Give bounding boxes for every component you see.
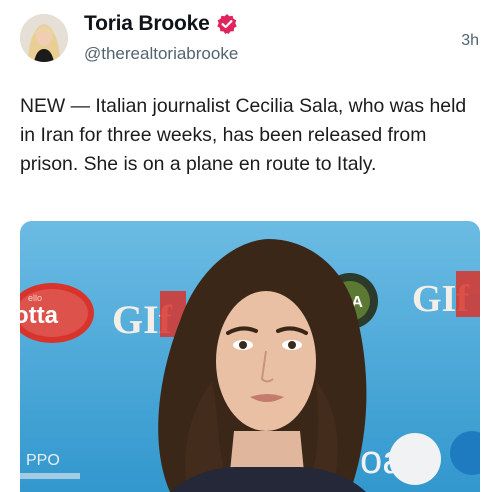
post-card[interactable]: Toria Brooke @therealtoriabrooke 3h NEW … (0, 0, 500, 492)
backdrop-brand-left: otta (20, 302, 59, 329)
post-media-photo[interactable]: ello otta GIf MA GIf PPO oa (20, 221, 480, 492)
photo-image: ello otta GIf MA GIf PPO oa (20, 221, 480, 492)
post-body-text: NEW — Italian journalist Cecilia Sala, w… (20, 95, 467, 175)
verified-badge-icon (216, 13, 238, 35)
backdrop-bottom-left-text: PPO (26, 452, 60, 469)
author-avatar[interactable] (20, 14, 68, 62)
avatar-image (20, 14, 68, 62)
author-handle[interactable]: @therealtoriabrooke (84, 44, 238, 64)
author-name-text[interactable]: Toria Brooke (84, 12, 210, 36)
backdrop-bottom-right-text: oa (360, 438, 405, 482)
author-display-name[interactable]: Toria Brooke (84, 12, 238, 36)
post-timestamp[interactable]: 3h (461, 32, 479, 50)
